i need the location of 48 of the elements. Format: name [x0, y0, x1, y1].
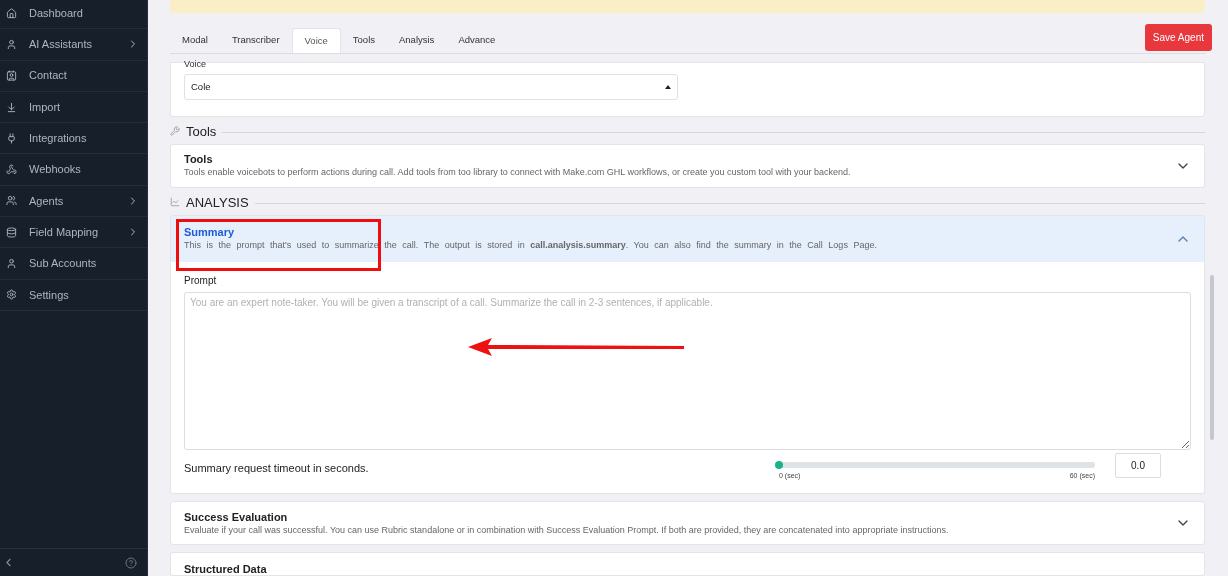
- settings-icon: [6, 289, 17, 301]
- wrench-icon: [170, 126, 180, 136]
- webhook-icon: [6, 164, 17, 176]
- home-icon: [6, 7, 17, 19]
- tab[interactable]: Analysis: [387, 28, 447, 53]
- card-title[interactable]: Success Evaluation: [184, 510, 1175, 524]
- users-icon: [6, 195, 17, 207]
- contact-card-icon: [6, 70, 17, 82]
- sidebar-item[interactable]: AI Assistants: [0, 29, 147, 61]
- slider-thumb[interactable]: [775, 460, 783, 469]
- timeout-label: Summary request timeout in seconds.: [184, 460, 370, 476]
- tab[interactable]: Voice: [291, 28, 341, 53]
- card-header[interactable]: Summary This is the prompt that's used to summarize the call. The output is stored in call.analysis.summary. You can also find the summary in the Call Logs Page.: [171, 215, 1204, 262]
- timeout-value-field[interactable]: 0.0: [1115, 452, 1161, 478]
- plug-icon: [6, 132, 17, 144]
- section-heading: Tools: [186, 124, 217, 138]
- tab[interactable]: Advance: [446, 28, 508, 53]
- download-icon: [6, 101, 17, 113]
- user-icon: [6, 258, 17, 269]
- card-title: Summary: [184, 226, 236, 239]
- card-title[interactable]: Tools: [184, 153, 1175, 166]
- sidebar-item[interactable]: Webhooks: [0, 154, 147, 186]
- prompt-field[interactable]: You are an expert note-taker. You will be given a transcript of a call. Summarize the call in 2-3 sentences, if applicable.: [184, 291, 1191, 450]
- sidebar-item[interactable]: Sub Accounts: [0, 248, 147, 280]
- card-description: Tools enable voicebots to perform actions during call. Add tools from too library to connect with Make.com GHL workflows, or create you custom tool with your backend.: [184, 166, 852, 178]
- save-agent-button[interactable]: Save Agent: [1144, 24, 1212, 51]
- sidebar-item[interactable]: Dashboard: [0, 0, 147, 30]
- tab[interactable]: Tools: [340, 28, 387, 53]
- caret-icon: [665, 85, 671, 89]
- tab[interactable]: Modal: [170, 28, 220, 53]
- field-label: Prompt: [184, 273, 218, 288]
- help-icon[interactable]: [125, 556, 137, 569]
- sidebar-item[interactable]: Integrations: [0, 123, 147, 155]
- section-heading: ANALYSIS: [186, 195, 249, 209]
- card-description: This is the prompt that's used to summarize the call. The output is stored in call.analysis.summary. You can also find the summary in the Call Logs Page.: [184, 239, 878, 251]
- card-title[interactable]: Structured Data: [184, 563, 1191, 576]
- sidebar-item[interactable]: Import: [0, 91, 147, 124]
- sidebar-item[interactable]: Field Mapping: [0, 217, 147, 249]
- sidebar-item[interactable]: Settings: [0, 279, 147, 311]
- user-icon: [6, 38, 17, 50]
- sidebar-item[interactable]: Agents: [0, 185, 147, 218]
- database-icon: [6, 226, 17, 238]
- chart-icon: [170, 197, 180, 207]
- field-label: Voice: [184, 58, 208, 70]
- card-description: Evaluate if your call was successful. You can use Rubric standalone or in combination with Success Evaluation Prompt. If both are provided, they are concatenated into appropriate instructions.: [184, 523, 950, 536]
- tab[interactable]: Transcriber: [219, 28, 292, 53]
- sidebar-item[interactable]: Contact: [0, 60, 147, 92]
- voice-select[interactable]: Cole: [184, 74, 678, 100]
